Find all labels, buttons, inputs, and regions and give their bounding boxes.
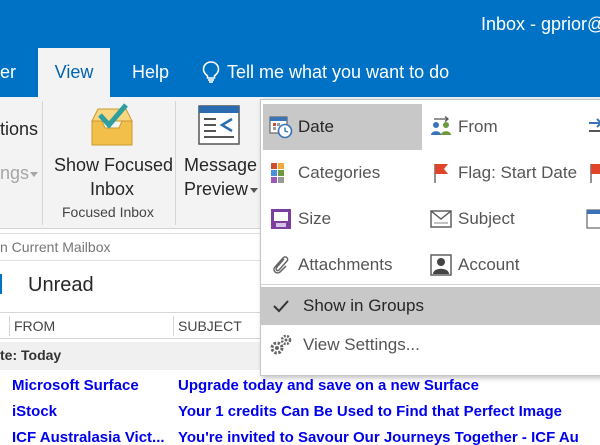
arrange-option-attachments[interactable]: Attachments [263, 242, 422, 288]
calendar-clock-icon [269, 116, 293, 139]
show-focused-inbox-line1: Show Focused [54, 155, 174, 175]
arrange-option-flag-start-date[interactable]: Flag: Start Date [423, 150, 583, 196]
message-from: Microsoft Surface [12, 377, 139, 394]
tab-view[interactable]: View [38, 48, 110, 97]
arrange-option-from[interactable]: From [423, 104, 583, 150]
arrange-option-date[interactable]: Date [263, 104, 422, 150]
message-row[interactable]: ICF Australasia Vict... You're invited t… [0, 425, 600, 445]
title-bar: Inbox - gprior@ [0, 0, 600, 48]
search-scope-text: n Current Mailbox [0, 239, 111, 255]
ribbon-partial-settings: ngs [0, 163, 30, 183]
arrange-option-date-label: Date [298, 117, 334, 136]
arrange-option-categories[interactable]: Categories [263, 150, 422, 196]
message-preview-icon [198, 105, 240, 145]
column-header-from[interactable]: FROM [14, 318, 55, 334]
envelope-icon [430, 210, 452, 228]
message-from: ICF Australasia Vict... [12, 429, 165, 445]
arrange-option-subject-label: Subject [458, 209, 515, 228]
flag-icon [434, 164, 448, 183]
message-row[interactable]: Microsoft Surface Upgrade today and save… [0, 373, 600, 399]
arrange-option-flag-start-date-label: Flag: Start Date [458, 163, 578, 182]
gears-icon [270, 334, 292, 355]
arrange-option-partial[interactable] [583, 104, 600, 150]
arrange-option-partial[interactable] [583, 150, 600, 196]
chevron-down-icon [30, 172, 38, 177]
arrange-option-partial[interactable] [583, 196, 600, 242]
message-from: iStock [12, 403, 58, 420]
focused-inbox-icon [91, 103, 133, 146]
menu-divider [261, 284, 600, 285]
message-preview-button[interactable]: Message Preview [182, 99, 258, 199]
column-divider[interactable] [9, 316, 10, 336]
flag-icon [590, 164, 600, 183]
show-in-groups-label: Show in Groups [303, 296, 424, 315]
show-focused-inbox-line2: Inbox [90, 179, 135, 199]
tab-folder[interactable]: er [0, 48, 22, 97]
show-in-groups-toggle[interactable]: Show in Groups [261, 287, 600, 325]
arrange-option-attachments-label: Attachments [298, 255, 393, 274]
message-subject: Upgrade today and save on a new Surface [178, 377, 479, 394]
checkmark-icon [273, 300, 289, 313]
all-filter-indicator[interactable] [0, 274, 2, 294]
arrange-option-subject[interactable]: Subject [423, 196, 583, 242]
unread-filter[interactable]: Unread [28, 274, 94, 297]
message-row[interactable]: iStock Your 1 credits Can Be Used to Fin… [0, 399, 600, 425]
message-preview-line1: Message [184, 155, 258, 175]
ribbon-tab-bar: er View Help Tell me what you want to do [0, 48, 600, 97]
arrange-option-size-label: Size [298, 209, 332, 228]
arrange-option-account[interactable]: Account [423, 242, 583, 288]
tab-help[interactable]: Help [132, 48, 172, 97]
arrange-option-from-label: From [458, 117, 498, 136]
arrange-option-account-label: Account [458, 255, 520, 274]
arrange-by-menu: Date From Categories Flag: Start Date Si… [260, 99, 600, 376]
ribbon-partial-button[interactable]: tions [0, 119, 38, 140]
group-label-focused-inbox: Focused Inbox [62, 204, 154, 220]
message-subject: Your 1 credits Can Be Used to Find that … [178, 403, 562, 420]
ribbon-divider [175, 101, 176, 225]
account-icon [430, 254, 452, 276]
ribbon-divider [42, 101, 43, 225]
group-header-label: te: Today [0, 347, 62, 363]
column-header-subject[interactable]: SUBJECT [178, 318, 242, 334]
arrow-icon [589, 118, 600, 132]
lightbulb-icon [202, 61, 220, 83]
tell-me-label: Tell me what you want to do [227, 62, 450, 82]
categories-grid-icon [271, 163, 284, 183]
view-settings-button[interactable]: View Settings... [261, 326, 600, 364]
window-title: Inbox - gprior@ [481, 14, 600, 34]
message-subject: You're invited to Savour Our Journeys To… [178, 429, 579, 445]
chevron-down-icon [250, 188, 258, 193]
show-focused-inbox-button[interactable]: Show Focused Inbox [50, 99, 174, 199]
column-divider[interactable] [173, 316, 174, 336]
arrange-option-categories-label: Categories [298, 163, 381, 182]
people-arrows-icon [431, 116, 451, 135]
message-preview-line2: Preview [184, 179, 249, 199]
calendar-icon [586, 209, 600, 229]
size-icon [271, 209, 291, 229]
paperclip-icon [273, 256, 289, 274]
view-settings-label: View Settings... [303, 335, 420, 354]
arrange-option-size[interactable]: Size [263, 196, 422, 242]
